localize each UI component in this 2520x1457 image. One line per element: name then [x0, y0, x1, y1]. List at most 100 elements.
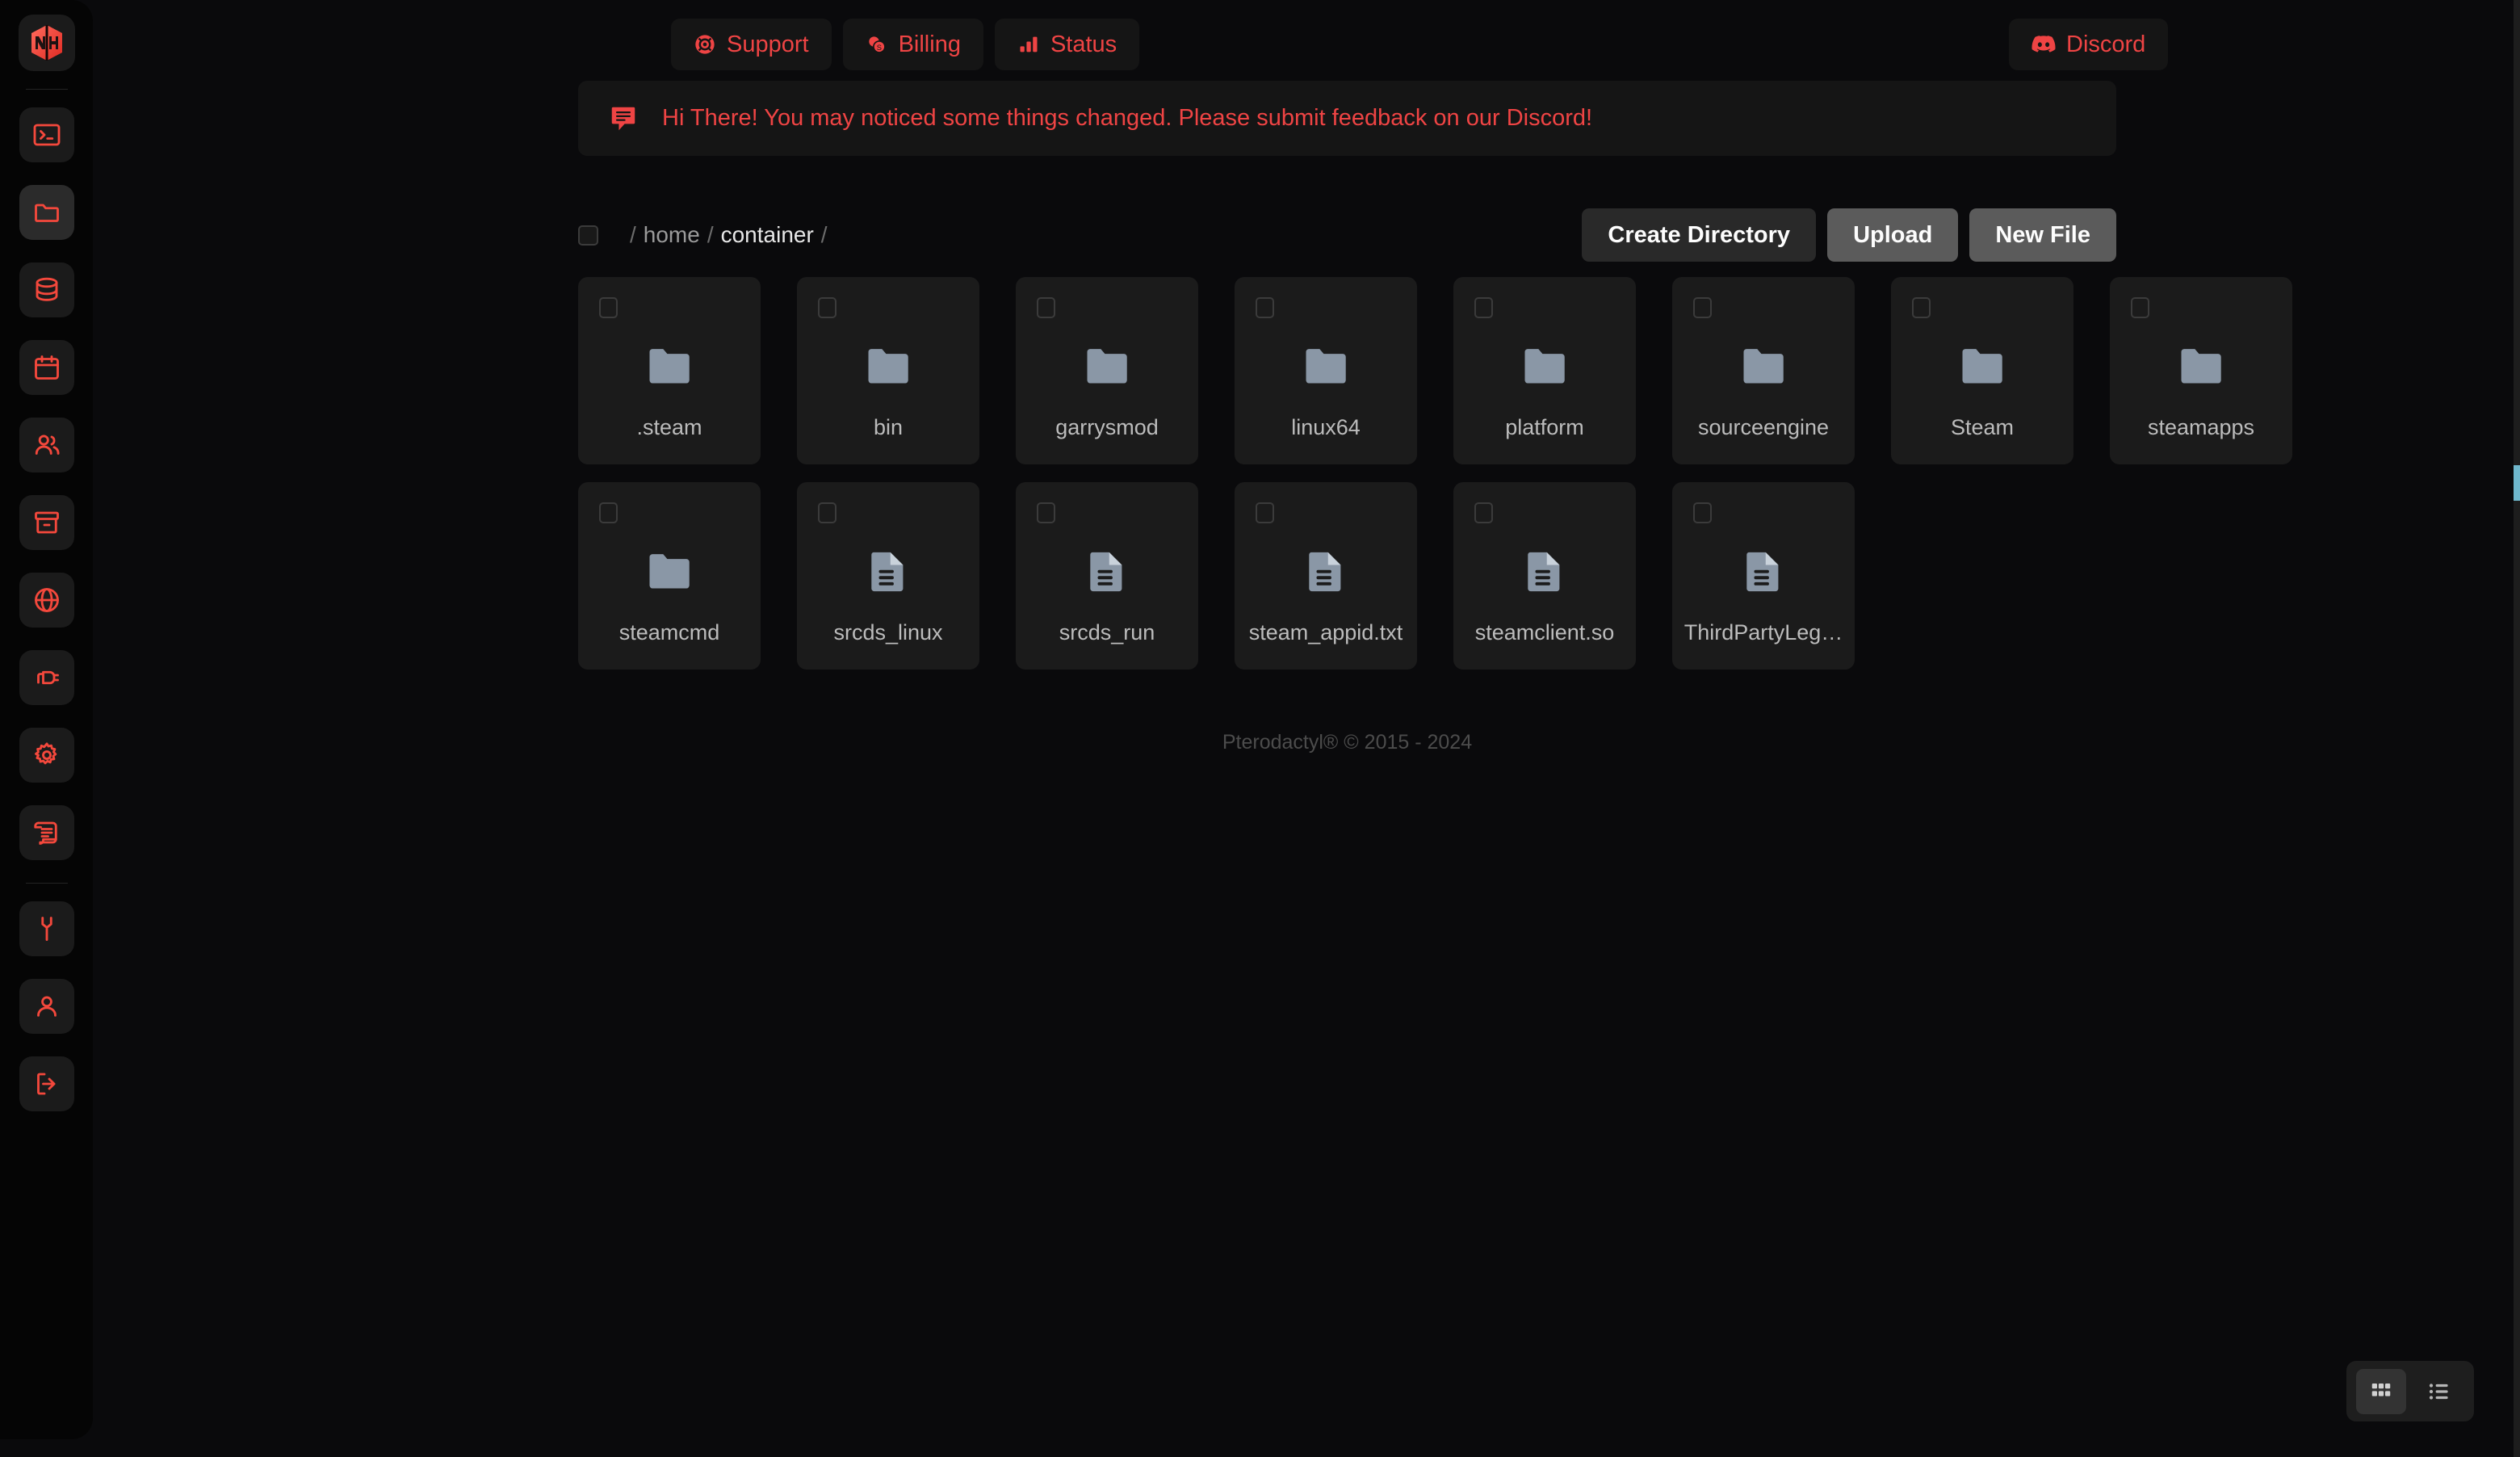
- file-name: platform: [1505, 415, 1584, 439]
- file-name: steam_appid.txt: [1248, 620, 1403, 645]
- scrollbar-thumb[interactable]: [2514, 465, 2520, 501]
- list-icon: [2429, 1383, 2448, 1400]
- file-card-file[interactable]: srcds_run: [1016, 482, 1198, 670]
- file-card-file[interactable]: srcds_linux: [797, 482, 979, 670]
- content-column: Hi There! You may noticed some things ch…: [578, 0, 2292, 754]
- sidebar-item-backups[interactable]: [19, 495, 74, 550]
- breadcrumb-segment-container[interactable]: container: [721, 222, 814, 248]
- file-checkbox[interactable]: [818, 502, 837, 523]
- folder-icon-wrap: [1303, 342, 1348, 392]
- sidebar-item-admin[interactable]: [19, 901, 74, 956]
- user-icon: [36, 996, 57, 1017]
- file-card-file[interactable]: steamclient.so: [1453, 482, 1636, 670]
- file-name: srcds_run: [1059, 620, 1155, 645]
- breadcrumb-row: / home / container / Create Directory Up…: [578, 207, 2116, 263]
- file-card-folder[interactable]: platform: [1453, 277, 1636, 464]
- folder-icon: [649, 554, 690, 589]
- breadcrumb-separator: /: [820, 222, 828, 247]
- file-icon-wrap: [1526, 547, 1563, 597]
- breadcrumb: / home / container /: [623, 222, 835, 248]
- banner-text: Hi There! You may noticed some things ch…: [662, 105, 1593, 131]
- file-name: srcds_linux: [833, 620, 943, 645]
- folder-icon-wrap: [2178, 342, 2224, 392]
- terminal-icon: [33, 124, 60, 146]
- scrollbar[interactable]: [2514, 0, 2520, 1457]
- folder-icon: [1743, 349, 1784, 384]
- file-card-folder[interactable]: bin: [797, 277, 979, 464]
- file-checkbox[interactable]: [1693, 502, 1712, 523]
- sidebar-item-logout[interactable]: [19, 1056, 74, 1111]
- folder-icon: [1962, 349, 2002, 384]
- file-name: steamapps: [2147, 415, 2255, 439]
- file-card-folder[interactable]: linux64: [1235, 277, 1417, 464]
- file-checkbox[interactable]: [1474, 297, 1493, 318]
- file-name: steamcmd: [618, 620, 720, 645]
- new-file-button[interactable]: New File: [1969, 208, 2116, 262]
- folder-icon: [2181, 349, 2221, 384]
- file-icon-wrap: [870, 547, 907, 597]
- file-card-folder[interactable]: Steam: [1891, 277, 2073, 464]
- file-name: steamclient.so: [1474, 620, 1615, 645]
- sidebar-item-startup[interactable]: [19, 650, 74, 705]
- main-area: Support S Billing Status Discord Hi Ther…: [93, 0, 2520, 1457]
- sidebar-divider-top: [25, 89, 68, 90]
- file-checkbox[interactable]: [599, 502, 618, 523]
- list-view-button[interactable]: [2414, 1369, 2464, 1414]
- file-checkbox[interactable]: [1693, 297, 1712, 318]
- file-checkbox[interactable]: [1256, 502, 1274, 523]
- folder-icon: [868, 349, 908, 384]
- sidebar-item-settings[interactable]: [19, 728, 74, 783]
- select-all-checkbox[interactable]: [578, 225, 598, 246]
- file-icon-wrap: [1088, 547, 1126, 597]
- file-checkbox[interactable]: [2131, 297, 2149, 318]
- announcement-banner: Hi There! You may noticed some things ch…: [578, 81, 2116, 156]
- file-checkbox[interactable]: [1256, 297, 1274, 318]
- sidebar-item-files[interactable]: [19, 185, 74, 240]
- sidebar-item-activity[interactable]: [19, 805, 74, 860]
- folder-icon-wrap: [1522, 342, 1567, 392]
- file-icon-wrap: [1307, 547, 1344, 597]
- breadcrumb-separator: /: [630, 222, 636, 247]
- file-card-folder[interactable]: steamapps: [2110, 277, 2292, 464]
- file-name: bin: [873, 415, 904, 439]
- file-icon: [1528, 552, 1560, 592]
- sidebar-item-console[interactable]: [19, 107, 74, 162]
- file-card-folder[interactable]: steamcmd: [578, 482, 761, 670]
- sidebar-item-account[interactable]: [19, 979, 74, 1034]
- file-actions: Create Directory Upload New File: [1582, 208, 2116, 262]
- file-card-folder[interactable]: garrysmod: [1016, 277, 1198, 464]
- sidebar-item-databases[interactable]: [19, 262, 74, 317]
- folder-icon: [649, 349, 690, 384]
- folder-icon: [1087, 349, 1127, 384]
- file-name: sourceengine: [1697, 415, 1830, 439]
- file-checkbox[interactable]: [1037, 297, 1055, 318]
- breadcrumb-segment-home[interactable]: home: [644, 222, 700, 248]
- grid-view-button[interactable]: [2356, 1368, 2406, 1414]
- file-name: garrysmod: [1055, 415, 1159, 439]
- file-name: Steam: [1950, 415, 2015, 439]
- app-logo[interactable]: [18, 15, 75, 71]
- breadcrumb-left: / home / container /: [578, 222, 835, 248]
- gear-icon: [34, 742, 57, 765]
- sidebar-item-users[interactable]: [19, 418, 74, 472]
- view-toggle: [2346, 1361, 2474, 1421]
- file-card-file[interactable]: ThirdPartyLeg…: [1672, 482, 1855, 670]
- create-directory-button[interactable]: Create Directory: [1582, 208, 1817, 262]
- file-card-file[interactable]: steam_appid.txt: [1235, 482, 1417, 670]
- file-name: linux64: [1291, 415, 1361, 439]
- wrench-icon: [40, 917, 52, 941]
- sidebar-item-network[interactable]: [19, 573, 74, 628]
- folder-icon-wrap: [647, 342, 692, 392]
- file-checkbox[interactable]: [1037, 502, 1055, 523]
- file-checkbox[interactable]: [1912, 297, 1931, 318]
- comment-icon: [611, 107, 635, 130]
- file-checkbox[interactable]: [599, 297, 618, 318]
- file-checkbox[interactable]: [1474, 502, 1493, 523]
- file-card-folder[interactable]: .steam: [578, 277, 761, 464]
- file-card-folder[interactable]: sourceengine: [1672, 277, 1855, 464]
- folder-icon: [1306, 349, 1346, 384]
- sidebar-divider-bottom: [25, 883, 68, 884]
- upload-button[interactable]: Upload: [1827, 208, 1959, 262]
- file-checkbox[interactable]: [818, 297, 837, 318]
- sidebar-item-schedules[interactable]: [19, 340, 74, 395]
